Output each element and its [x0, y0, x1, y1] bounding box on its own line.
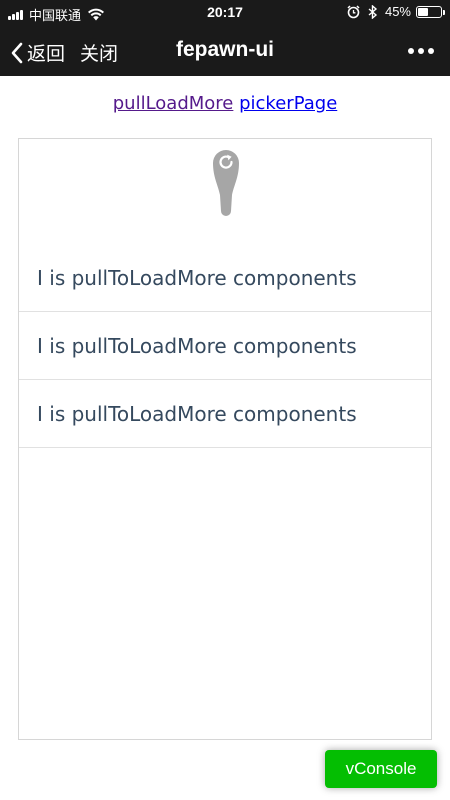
list-item: I is pullToLoadMore components	[19, 380, 431, 448]
battery-fill	[418, 7, 428, 16]
status-bar: 中国联通 20:17 45%	[0, 0, 450, 24]
status-right: 45%	[347, 4, 445, 19]
page-links: pullLoadMore pickerPage	[0, 93, 450, 114]
page-title: fepawn-ui	[176, 38, 274, 61]
battery-icon	[416, 5, 445, 18]
vconsole-button[interactable]: vConsole	[325, 750, 437, 788]
content-list: I is pullToLoadMore components I is pull…	[19, 244, 431, 448]
battery-percentage: 45%	[384, 4, 411, 19]
pull-to-load-more-container[interactable]: I is pullToLoadMore components I is pull…	[18, 138, 432, 740]
alarm-clock-icon	[347, 4, 360, 18]
pull-refresh-indicator-icon	[213, 150, 239, 216]
list-item: I is pullToLoadMore components	[19, 244, 431, 312]
list-item: I is pullToLoadMore components	[19, 312, 431, 380]
chevron-left-icon	[11, 42, 23, 63]
back-button[interactable]: 返回	[10, 39, 65, 66]
bluetooth-icon	[368, 4, 378, 19]
pull-load-more-link[interactable]: pullLoadMore	[113, 93, 234, 114]
close-button[interactable]: 关闭	[80, 39, 118, 66]
nav-bar: 返回 关闭 fepawn-ui	[0, 24, 450, 76]
back-label: 返回	[27, 44, 66, 65]
picker-page-link[interactable]: pickerPage	[239, 93, 337, 114]
more-options-icon[interactable]	[404, 48, 434, 54]
